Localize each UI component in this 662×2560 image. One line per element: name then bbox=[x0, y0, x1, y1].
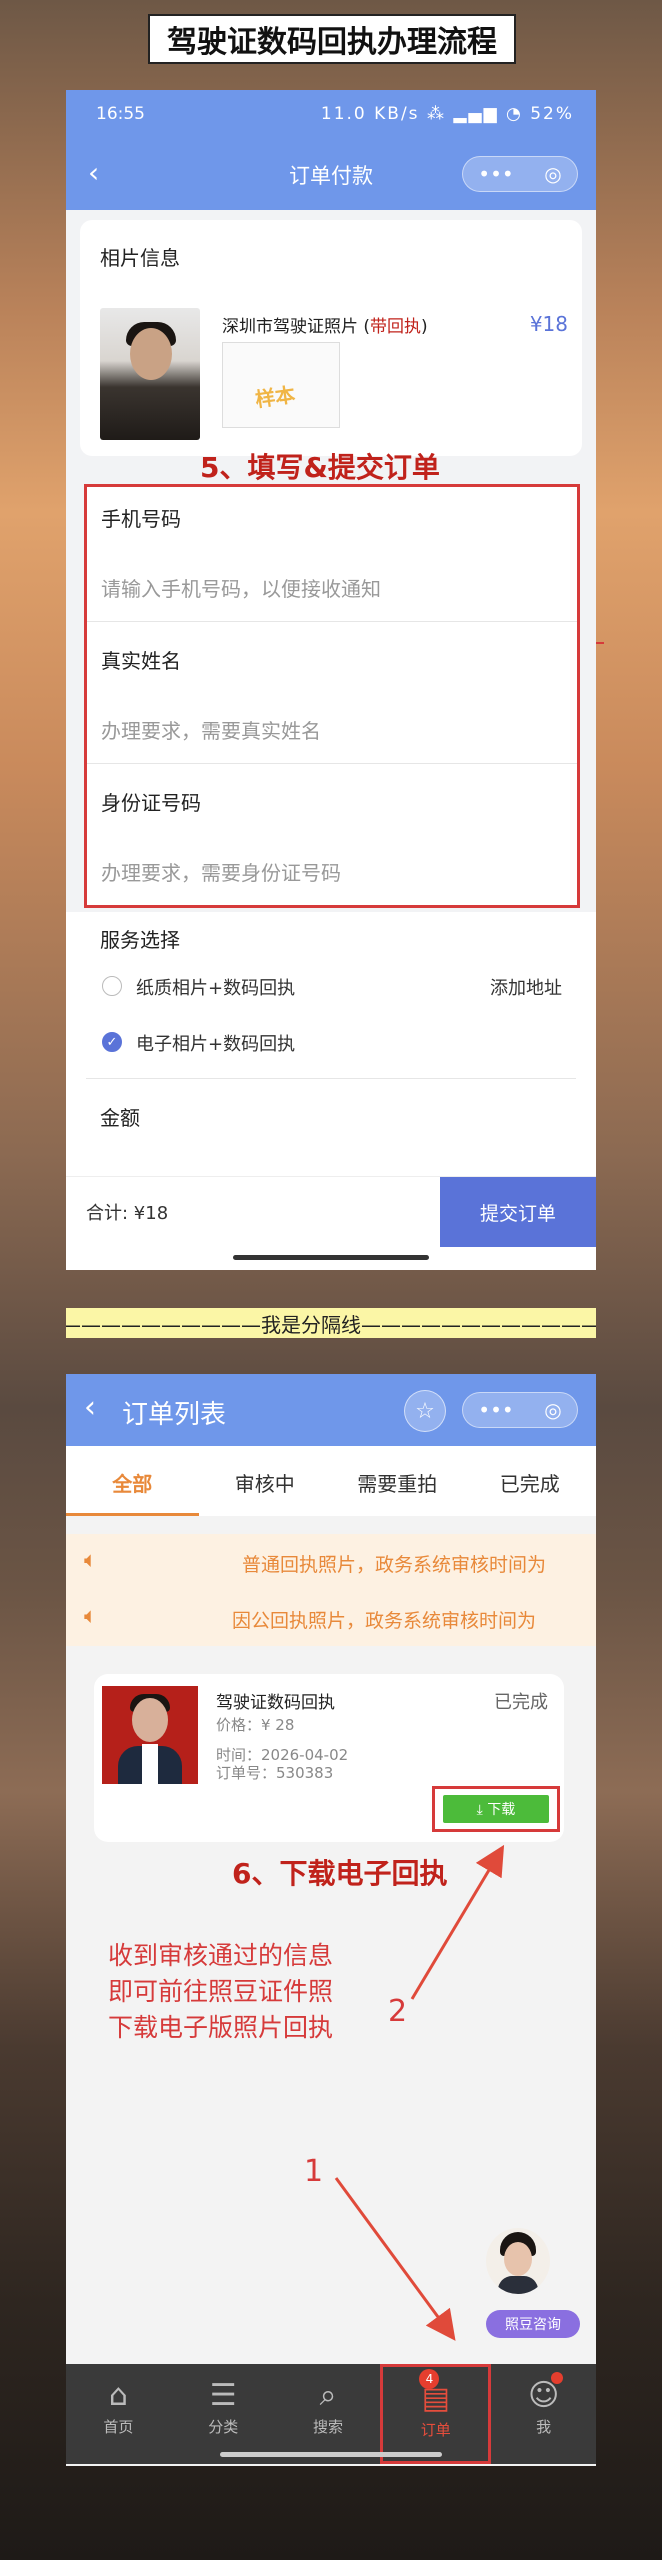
phone-input[interactable]: 请输入手机号码，以便接收通知 bbox=[101, 573, 381, 602]
phone-label: 手机号码 bbox=[101, 507, 181, 531]
banner-title: 驾驶证数码回执办理流程 bbox=[148, 14, 516, 64]
sample-stamp: 样本 bbox=[253, 382, 297, 412]
close-circle-icon[interactable]: ◎ bbox=[544, 162, 561, 186]
consult-button[interactable]: 照豆咨询 bbox=[486, 2310, 580, 2338]
nav-bar: ‹ 订单付款 ••• ◎ bbox=[66, 136, 596, 210]
order-icon: ▤ bbox=[421, 2381, 450, 2416]
service-option-2-radio[interactable]: ✓ bbox=[102, 1032, 122, 1052]
divider-strip: ———————————我是分隔线————————————— bbox=[66, 1308, 596, 1338]
tab-search[interactable]: ⌕ 搜索 bbox=[276, 2364, 381, 2464]
mini-program-capsule[interactable]: ••• ◎ bbox=[462, 156, 578, 192]
tab-orders[interactable]: ▤ 订单 4 bbox=[380, 2364, 492, 2464]
service-option-2-label[interactable]: 电子相片+数码回执 bbox=[136, 1030, 295, 1056]
name-label: 真实姓名 bbox=[101, 649, 181, 673]
contact-form: 手机号码 请输入手机号码，以便接收通知 真实姓名 办理要求，需要真实姓名 身份证… bbox=[84, 484, 580, 908]
photo-info-card: 相片信息 深圳市驾驶证照片 (带回执) ¥18 样本 bbox=[80, 220, 582, 456]
service-title: 服务选择 bbox=[100, 928, 180, 952]
submit-order-button[interactable]: 提交订单 bbox=[440, 1177, 596, 1247]
total-label: 合计: ¥18 bbox=[86, 1203, 169, 1224]
home-icon: ⌂ bbox=[108, 2378, 128, 2413]
tab-me[interactable]: ☺ 我 bbox=[491, 2364, 596, 2464]
more-icon[interactable]: ••• bbox=[478, 162, 513, 186]
photo-section-title: 相片信息 bbox=[100, 246, 180, 270]
name-input[interactable]: 办理要求，需要真实姓名 bbox=[101, 715, 321, 744]
consult-avatar[interactable] bbox=[486, 2228, 550, 2294]
sample-receipt-image: 样本 bbox=[222, 342, 340, 428]
order-payment-screen: 16:55 11.0 KB/s ⁂ ▂▄▆ ◔ 52% ‹ 订单付款 ••• ◎… bbox=[66, 90, 596, 1270]
product-price: ¥18 bbox=[529, 312, 568, 336]
home-indicator bbox=[233, 1255, 429, 1260]
id-input[interactable]: 办理要求，需要身份证号码 bbox=[101, 857, 341, 886]
checkout-bar: 合计: ¥18 提交订单 bbox=[66, 1176, 596, 1247]
service-option-1-radio[interactable] bbox=[102, 976, 122, 996]
tab-home[interactable]: ⌂ 首页 bbox=[66, 2364, 171, 2464]
tab-category[interactable]: ☰ 分类 bbox=[171, 2364, 276, 2464]
id-label: 身份证号码 bbox=[101, 791, 201, 815]
step5-label: 5、填写&提交订单 bbox=[200, 451, 440, 484]
status-bar: 16:55 11.0 KB/s ⁂ ▂▄▆ ◔ 52% bbox=[66, 90, 596, 136]
home-indicator bbox=[220, 2452, 442, 2457]
status-time: 16:55 bbox=[96, 104, 145, 124]
category-icon: ☰ bbox=[209, 2378, 237, 2413]
user-photo bbox=[100, 308, 200, 440]
user-icon: ☺ bbox=[527, 2378, 560, 2413]
product-name: 深圳市驾驶证照片 (带回执) bbox=[222, 317, 428, 337]
bottom-tab-bar: ⌂ 首页 ☰ 分类 ⌕ 搜索 ▤ 订单 4 ☺ 我 bbox=[66, 2364, 596, 2464]
search-icon: ⌕ bbox=[319, 2378, 337, 2413]
service-option-1-label[interactable]: 纸质相片+数码回执 bbox=[136, 974, 295, 1000]
status-icons: 11.0 KB/s ⁂ ▂▄▆ ◔ 52% bbox=[320, 104, 574, 124]
add-address-link[interactable]: 添加地址 bbox=[490, 974, 562, 1000]
amount-title: 金额 bbox=[100, 1106, 140, 1130]
annotation-arrows bbox=[334, 1844, 505, 2341]
order-list-screen: ‹ 订单列表 ☆ ••• ◎ 全部 审核中 需要重拍 已完成 🔈︎ 普通回执照片… bbox=[66, 1374, 596, 2466]
